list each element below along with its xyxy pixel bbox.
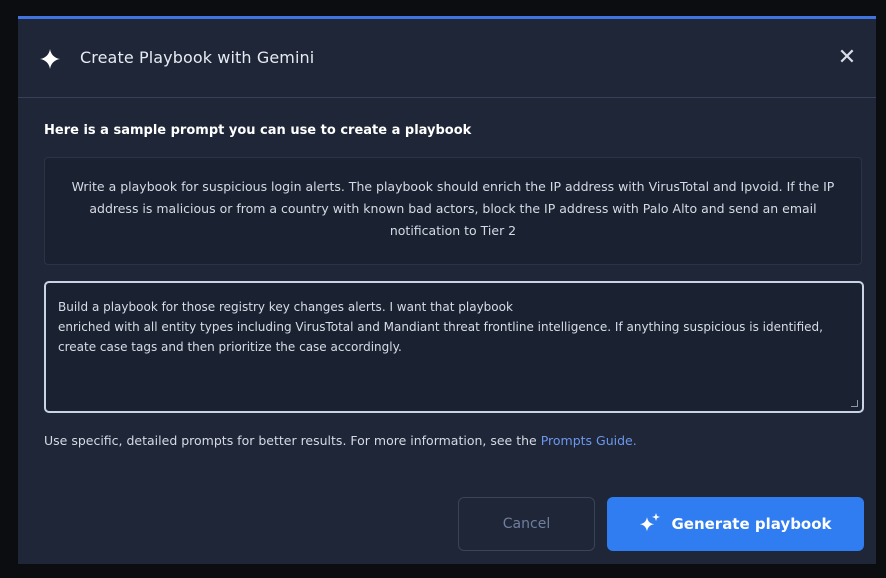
prompts-guide-link[interactable]: Prompts Guide <box>541 433 633 448</box>
help-text-body: Use specific, detailed prompts for bette… <box>44 433 541 448</box>
prompt-input-line-2: enriched with all entity types including… <box>58 320 823 354</box>
sample-prompt-heading: Here is a sample prompt you can use to c… <box>44 123 472 138</box>
sample-prompt-text: Write a playbook for suspicious login al… <box>44 157 862 265</box>
sparkle-plus-icon <box>640 513 661 532</box>
help-text-suffix: . <box>632 433 637 448</box>
create-playbook-dialog: Create Playbook with Gemini ✕ Here is a … <box>18 16 876 564</box>
close-icon[interactable]: ✕ <box>836 47 858 69</box>
cancel-button[interactable]: Cancel <box>458 497 595 551</box>
help-text: Use specific, detailed prompts for bette… <box>44 433 637 448</box>
dialog-title: Create Playbook with Gemini <box>80 48 315 67</box>
sparkle-icon <box>40 49 60 69</box>
prompt-input-line-1: Build a playbook for those registry key … <box>58 300 513 314</box>
prompt-input[interactable]: Build a playbook for those registry key … <box>44 281 864 413</box>
generate-playbook-label: Generate playbook <box>671 515 832 533</box>
resize-handle[interactable] <box>851 400 858 407</box>
generate-playbook-button[interactable]: Generate playbook <box>607 497 864 551</box>
dialog-header: Create Playbook with Gemini ✕ <box>18 19 876 98</box>
